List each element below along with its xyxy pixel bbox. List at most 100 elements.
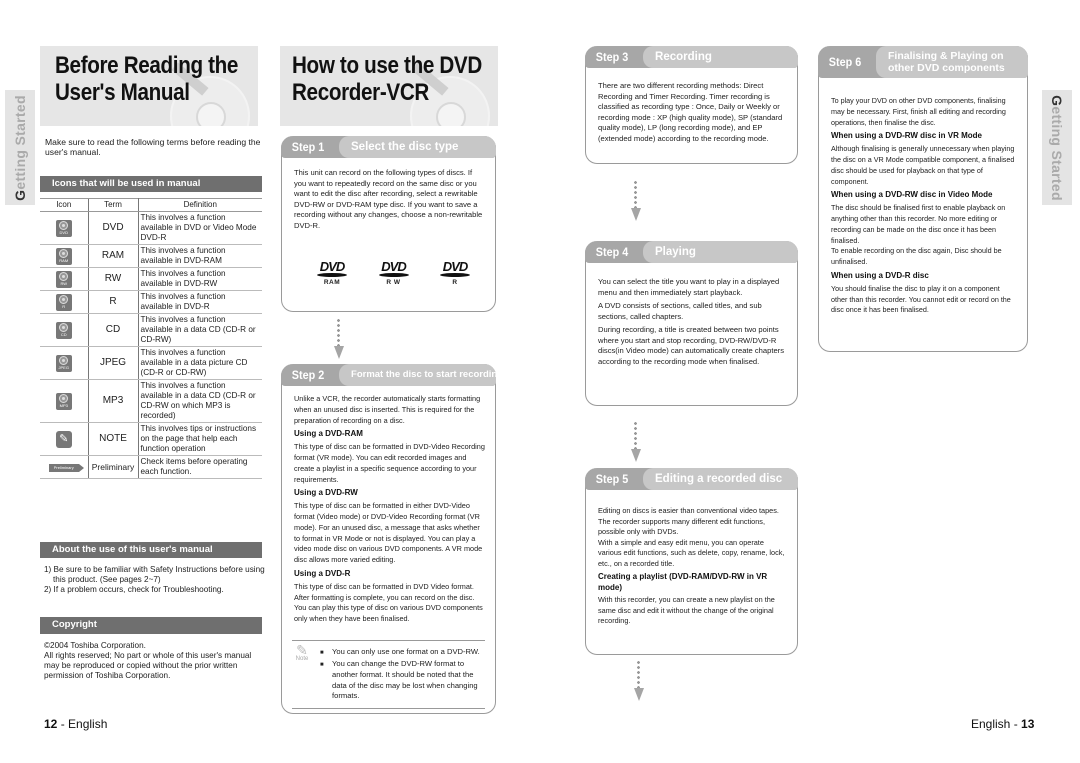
definition-cell: This involves a function available in DV…: [138, 211, 262, 245]
about-section-heading: About the use of this user's manual: [40, 542, 262, 558]
term-cell: CD: [87, 313, 139, 347]
icon-label: MP3: [59, 403, 68, 408]
middle-title-banner: How to use the DVD Recorder-VCR: [280, 46, 498, 126]
definition-cell: This involves a function available in a …: [138, 313, 262, 347]
icon-cell: MP3: [40, 379, 88, 423]
page-number-value: 13: [1021, 717, 1035, 731]
icon-cell: RAM: [40, 244, 88, 268]
step-2-body: Unlike a VCR, the recorder automatically…: [294, 394, 485, 628]
copyright-body: All rights reserved; No part or whole of…: [44, 651, 252, 680]
step-number: Step 2: [291, 368, 325, 382]
term-cell: JPEG: [87, 346, 139, 380]
flow-arrow-down-icon: [634, 660, 644, 702]
column-header-definition: Definition: [138, 198, 262, 212]
icons-table: Icon Term Definition DVD DVD This involves…: [40, 198, 262, 479]
step-title: Recording: [643, 46, 798, 68]
note-item: You can only use one format on a DVD-RW.: [320, 647, 485, 659]
note-item: You can change the DVD-RW format to anot…: [320, 659, 485, 702]
subheading-dvd-r-disc: When using a DVD-R disc: [831, 270, 929, 280]
step-6-body: To play your DVD on other DVD components…: [831, 96, 1017, 319]
icons-table-row: Preliminary Preliminary Check items before…: [40, 455, 262, 479]
step-title: Select the disc type: [339, 136, 496, 158]
step-6-header: Step 6 Finalising & Playing on other DVD …: [818, 46, 1028, 78]
step-number: Step 4: [595, 245, 629, 259]
term-cell: MP3: [87, 379, 139, 423]
step-4-box: Step 4 Playing You can select the title …: [585, 241, 798, 406]
paragraph-rw-video-mode-unfinalise: To enable recording on the disc again, D…: [831, 246, 1002, 267]
definition-cell: This involves a function available in a …: [138, 346, 262, 380]
paragraph-dvd-rw: This type of disc can be formatted in ei…: [294, 501, 483, 565]
step-number: Step 1: [291, 140, 325, 154]
step-title: Format the disc to start recording: [339, 364, 496, 386]
note-pencil-icon: ✎ Note: [292, 643, 312, 663]
icons-section-heading: Icons that will be used in manual: [40, 176, 262, 192]
subheading-rw-vr-mode: When using a DVD-RW disc in VR Mode: [831, 131, 982, 141]
side-tab-getting-started-left: Getting Started: [5, 90, 35, 205]
step-2-intro: Unlike a VCR, the recorder automatically…: [294, 394, 481, 425]
icon-cell: DVD: [40, 211, 88, 245]
step-4-paragraph: You can select the title you want to pla…: [598, 277, 780, 297]
icon-label: JPEG: [58, 365, 69, 370]
step-3-header: Step 3 Recording: [585, 46, 798, 68]
icon-cell: R: [40, 290, 88, 314]
step-4-header: Step 4 Playing: [585, 241, 798, 263]
left-title-banner: Before Reading the User's Manual: [40, 46, 258, 126]
logo-disc-swoosh: [378, 273, 409, 277]
step-2-box: Step 2 Format the disc to start recordin…: [281, 364, 496, 714]
definition-cell: This involves a function available in DV…: [138, 244, 262, 268]
paragraph-creating-playlist: With this recorder, you can create a new…: [598, 595, 775, 625]
step-title-line: Finalising & Playing on: [888, 50, 1004, 62]
step-number: Step 5: [595, 472, 629, 486]
logo-wordmark: DVD: [381, 259, 406, 274]
logo-disc-swoosh: [317, 273, 347, 277]
paragraph-rw-video-mode: The disc should be finalised first to en…: [831, 203, 1006, 245]
term-cell: Preliminary: [87, 455, 139, 479]
step-5-box: Step 5 Editing a recorded disc Editing o…: [585, 468, 798, 655]
logo-disc-swoosh: [440, 273, 470, 277]
step-number: Step 6: [828, 55, 862, 69]
step-2-header: Step 2 Format the disc to start recordin…: [281, 364, 496, 386]
step-5-paragraph: Editing on discs is easier than conventi…: [598, 506, 779, 536]
rw-disc-icon: RW: [55, 270, 72, 288]
step-6-box: Step 6 Finalising & Playing on other DVD …: [818, 46, 1028, 352]
step-3-text: There are two different recording method…: [598, 81, 783, 143]
copyright-text: ©2004 Toshiba Corporation. All rights re…: [44, 641, 266, 681]
dvd-rw-logo-icon: DVD R W: [374, 259, 414, 286]
step-1-body: This unit can record on the following ty…: [294, 168, 485, 234]
icons-table-row: CD CD This involves a function available i…: [40, 313, 262, 347]
page-language: - English: [60, 717, 108, 731]
icon-cell: CD: [40, 313, 88, 347]
definition-cell: This involves tips or instructions on th…: [138, 422, 262, 456]
note-block: ✎Note You can only use one format on a D…: [292, 640, 485, 709]
step-5-header: Step 5 Editing a recorded disc: [585, 468, 798, 490]
icons-table-row: DVD DVD This involves a function available…: [40, 211, 262, 245]
flow-arrow-down-icon: [334, 318, 344, 360]
step-4-paragraph: A DVD consists of sections, called title…: [598, 301, 762, 321]
step-1-text: This unit can record on the following ty…: [294, 168, 483, 230]
step-5-body: Editing on discs is easier than conventi…: [598, 506, 787, 630]
mp3-disc-icon: MP3: [55, 392, 72, 410]
subheading-rw-video-mode: When using a DVD-RW disc in Video Mode: [831, 190, 993, 200]
column-header-icon: Icon: [40, 198, 88, 212]
middle-page-title: How to use the DVD Recorder-VCR: [292, 52, 482, 106]
icons-table-row: JPEG JPEG This involves a function availab…: [40, 346, 262, 380]
step-title: Finalising & Playing on other DVD compone…: [876, 46, 1028, 78]
logo-label: R W: [386, 279, 401, 286]
definition-cell: This involves a function available in a …: [138, 379, 262, 423]
page-number-value: 12: [44, 717, 58, 731]
side-tab-label: etting Started: [1049, 105, 1066, 201]
icon-label: RAM: [59, 258, 69, 263]
step-1-box: Step 1 Select the disc type This unit ca…: [281, 136, 496, 312]
term-cell: NOTE: [87, 422, 139, 456]
step-title: Playing: [643, 241, 798, 263]
logo-wordmark: DVD: [319, 259, 345, 274]
paragraph-dvd-r-disc: You should finalise the disc to play it …: [831, 283, 1011, 315]
step-6-intro: To play your DVD on other DVD components…: [831, 96, 1006, 127]
page-language: English -: [971, 717, 1018, 731]
icons-table-row: ✎ NOTE This involves tips or instructions …: [40, 422, 262, 456]
step-4-paragraph: During recording, a title is created bet…: [598, 325, 784, 366]
subheading-dvd-r: Using a DVD-R: [294, 568, 351, 578]
dvd-disc-icon: DVD: [55, 219, 72, 237]
icon-cell: JPEG: [40, 346, 88, 380]
preliminary-arrow-icon: Preliminary: [48, 464, 84, 472]
